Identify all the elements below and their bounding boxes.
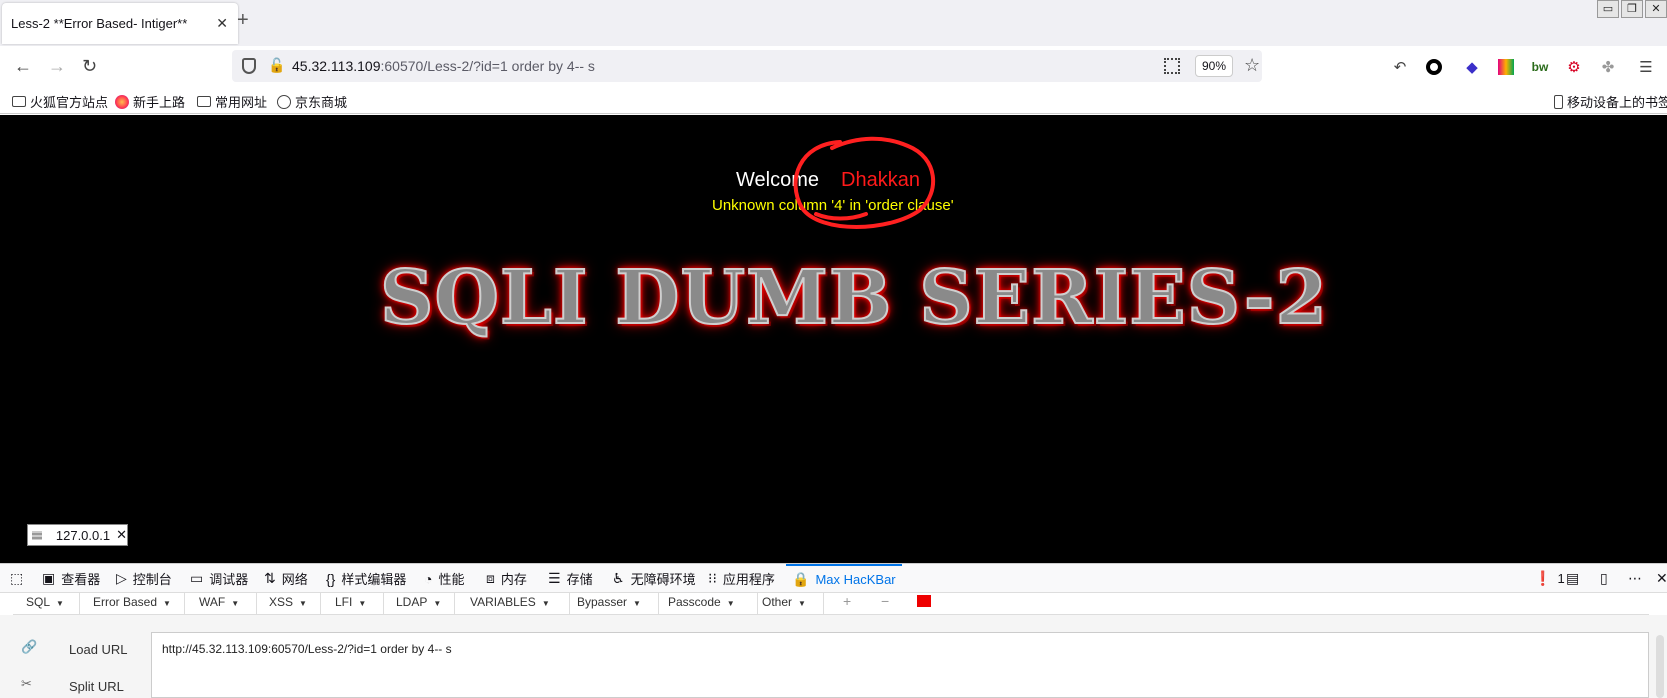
tab-debugger[interactable]: ▭ 调试器 <box>190 564 248 593</box>
menu-other[interactable]: Other ▼ <box>762 595 806 609</box>
nav-bar: ← → ↻ 🔓 45.32.113.109:60570/Less-2/?id=1… <box>0 46 1667 86</box>
ip-badge[interactable]: 127.0.0.1 ✕ <box>27 524 128 546</box>
reload-button[interactable]: ↻ <box>82 56 97 76</box>
devtools-close-icon[interactable]: ✕ <box>1656 564 1667 593</box>
menu-bypasser[interactable]: Bypasser ▼ <box>577 595 641 609</box>
bookmark-item[interactable]: 火狐官方站点 <box>12 92 108 111</box>
tab-accessibility[interactable]: ♿ 无障碍环境 <box>612 564 696 593</box>
menu-sql[interactable]: SQL ▼ <box>26 595 64 609</box>
braces-icon: {} <box>326 570 336 587</box>
hackbar-menu: SQL ▼ Error Based ▼ WAF ▼ XSS ▼ LFI ▼ LDAP ▼ V… <box>13 593 1649 615</box>
scissors-icon: ✂ <box>21 676 32 691</box>
tab-performance[interactable]: ◔ 性能 <box>424 564 464 593</box>
forward-button[interactable]: → <box>48 56 66 76</box>
globe-icon <box>277 94 291 109</box>
tab-console[interactable]: ▷ 控制台 <box>116 564 172 593</box>
load-url-button[interactable]: Load URL <box>69 642 128 657</box>
console-icon: ▷ <box>116 570 127 586</box>
hackbar-scrollbar[interactable] <box>1656 635 1664 698</box>
tab-memory[interactable]: ⧈ 内存 <box>486 564 527 593</box>
menu-ldap[interactable]: LDAP ▼ <box>396 595 441 609</box>
inspector-icon: ▣ <box>42 570 56 586</box>
accessibility-icon: ♿ <box>612 570 625 586</box>
memory-icon: ⧈ <box>486 570 495 586</box>
tab-network[interactable]: ⇅ 网络 <box>264 564 308 593</box>
tab-close-icon[interactable]: ✕ <box>216 15 228 32</box>
back-button[interactable]: ← <box>14 56 32 76</box>
menu-passcode[interactable]: Passcode ▼ <box>668 595 735 609</box>
color-extension-icon[interactable] <box>1496 57 1516 77</box>
tab-application[interactable]: ⁝⁝ 应用程序 <box>708 564 775 593</box>
devtools-toolbar: ⬚ ▣ 查看器 ▷ 控制台 ▭ 调试器 ⇅ 网络 {} 样式编辑器 ◔ 性能 ⧈ 内存 ☰ 存储… <box>0 563 1667 593</box>
hackbar-body: 🔗 Load URL ✂ Split URL http://45.32.113.… <box>0 615 1667 698</box>
hackbar-extension-icon[interactable]: ⚙ <box>1564 57 1584 77</box>
bw-extension-icon[interactable]: bw <box>1530 57 1550 77</box>
qr-code-icon[interactable] <box>1164 58 1180 74</box>
ip-close-icon[interactable]: ✕ <box>116 527 127 543</box>
ip-address: 127.0.0.1 <box>55 527 111 543</box>
tab-title: Less-2 **Error Based- Intiger** <box>11 16 188 31</box>
split-console-icon[interactable]: ▤ <box>1566 564 1585 593</box>
error-icon: ❗ <box>1534 570 1552 586</box>
menu-variables[interactable]: VARIABLES ▼ <box>470 595 550 609</box>
menu-lfi[interactable]: LFI ▼ <box>335 595 366 609</box>
tab-strip: Less-2 **Error Based- Intiger** ✕ + ▭ ❐ … <box>0 0 1667 46</box>
mobile-bookmarks[interactable]: 移动设备上的书签 <box>1554 92 1667 111</box>
new-tab-button[interactable]: + <box>237 10 249 30</box>
puzzle-extension-icon[interactable]: ✤ <box>1598 57 1618 77</box>
tab-style-editor[interactable]: {} 样式编辑器 <box>326 564 406 593</box>
dock-icon[interactable]: ▯ <box>1600 564 1614 593</box>
window-controls: ▭ ❐ ✕ <box>1595 0 1667 20</box>
link-icon: 🔗 <box>21 639 38 654</box>
browser-tab[interactable]: Less-2 **Error Based- Intiger** ✕ <box>2 3 238 44</box>
circle-extension-icon[interactable] <box>1424 57 1444 77</box>
url-textarea[interactable]: http://45.32.113.109:60570/Less-2/?id=1 … <box>151 632 1649 698</box>
tracking-shield-icon[interactable] <box>242 58 256 74</box>
tab-inspector[interactable]: ▣ 查看器 <box>42 564 100 593</box>
folder-icon <box>12 96 26 107</box>
menu-error-based[interactable]: Error Based ▼ <box>93 595 171 609</box>
mobile-icon <box>1554 94 1563 109</box>
page-content: Welcome Dhakkan Unknown column '4' in 'or… <box>0 115 1667 563</box>
menu-waf[interactable]: WAF ▼ <box>199 595 239 609</box>
zoom-level-badge[interactable]: 90% <box>1195 55 1233 77</box>
hackbar-lock-icon: 🔒 <box>792 571 810 587</box>
decrease-icon[interactable]: − <box>881 593 889 609</box>
bookmark-item[interactable]: 常用网址 <box>197 92 267 111</box>
url-path: :60570/Less-2/?id=1 order by 4-- s <box>380 58 595 74</box>
storage-icon: ☰ <box>548 570 561 586</box>
menu-xss[interactable]: XSS ▼ <box>269 595 307 609</box>
window-close-button[interactable]: ✕ <box>1645 0 1667 18</box>
bookmarks-bar: 火狐官方站点 新手上路 常用网址 京东商城 移动设备上的书签 <box>0 86 1667 114</box>
sqli-banner: SQLI DUMB SERIES-2 <box>379 254 1328 342</box>
grid-icon: ⁝⁝ <box>708 570 717 586</box>
layers-extension-icon[interactable]: ◆ <box>1462 57 1482 77</box>
element-picker-icon[interactable]: ⬚ <box>10 564 29 593</box>
debugger-icon: ▭ <box>190 570 204 586</box>
restore-button[interactable]: ❐ <box>1621 0 1643 18</box>
devtools-menu-icon[interactable]: ⋯ <box>1628 564 1648 593</box>
app-menu-icon[interactable]: ☰ <box>1636 57 1656 77</box>
bookmark-star-icon[interactable]: ☆ <box>1244 55 1260 76</box>
bookmark-item[interactable]: 京东商城 <box>277 92 347 111</box>
gauge-icon: ◔ <box>424 570 433 587</box>
china-flag-icon[interactable] <box>917 595 931 607</box>
red-annotation-circle <box>793 136 936 229</box>
error-indicator[interactable]: ❗ 1 <box>1534 564 1565 593</box>
bookmark-item[interactable]: 新手上路 <box>115 92 185 111</box>
undo-icon[interactable]: ↶ <box>1390 57 1410 77</box>
url-bar[interactable]: 🔓 45.32.113.109:60570/Less-2/?id=1 order… <box>232 50 1262 82</box>
folder-icon <box>197 96 211 107</box>
tab-max-hackbar[interactable]: 🔒 Max HacKBar <box>786 564 902 593</box>
flag-icon <box>32 530 42 540</box>
insecure-lock-icon[interactable]: 🔓 <box>268 57 285 74</box>
tab-storage[interactable]: ☰ 存储 <box>548 564 593 593</box>
network-icon: ⇅ <box>264 570 276 586</box>
url-host: 45.32.113.109 <box>292 58 381 74</box>
minimize-button[interactable]: ▭ <box>1597 0 1619 18</box>
firefox-icon <box>115 94 129 109</box>
url-text[interactable]: 45.32.113.109:60570/Less-2/?id=1 order b… <box>292 58 595 74</box>
split-url-button[interactable]: Split URL <box>69 679 124 694</box>
increase-icon[interactable]: + <box>843 593 851 609</box>
